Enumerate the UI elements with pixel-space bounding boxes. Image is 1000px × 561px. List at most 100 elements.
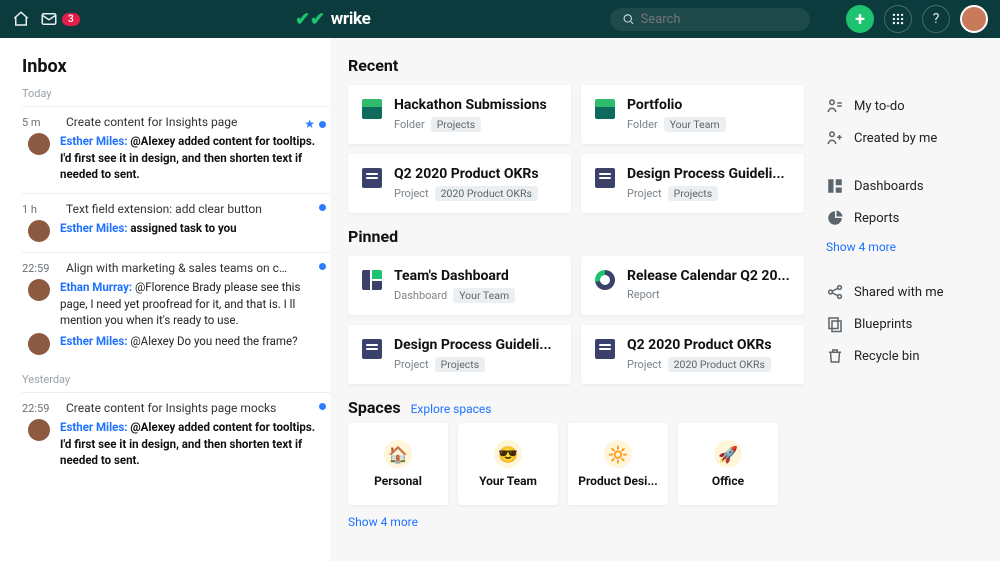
space-icon: 😎 [494,440,522,468]
message-subject: Text field extension: add clear button [66,202,318,216]
recent-card[interactable]: Q2 2020 Product OKRsProject2020 Product … [348,154,571,213]
message-indicators: ★ [304,117,326,131]
side-item-label: Dashboards [854,179,924,194]
unread-dot [319,121,326,128]
space-card[interactable]: 🔆Product Desi... [568,423,668,505]
inbox-badge: 3 [62,13,80,26]
spaces-section: Spaces Explore spaces 🏠 Personal 😎 Your Tea… [348,398,804,530]
side-item-label: Blueprints [854,317,912,332]
share-icon [826,283,844,301]
sender-avatar [28,279,50,301]
inbox-message[interactable]: ★ 5 m Create content for Insights page Esth… [22,106,330,193]
card-meta: FolderYour Team [627,117,790,132]
home-icon[interactable] [12,10,30,28]
location-tag: Projects [435,357,486,372]
side-item-blue[interactable]: Blueprints [824,308,986,340]
message-time: 22:59 [22,402,56,415]
folder-icon [595,99,615,119]
help-button[interactable]: ? [922,5,950,33]
inbox-header-button[interactable]: 3 [40,10,80,28]
side-item-label: Created by me [854,131,937,146]
message-indicators [319,403,326,410]
space-card[interactable]: 🏠 Personal [348,423,448,505]
app-logo[interactable]: ✔✔ wrike [295,9,370,30]
card-meta: DashboardYour Team [394,288,557,303]
create-button[interactable]: + [846,5,874,33]
card-title: Design Process Guideli... [394,337,557,353]
search-input[interactable] [641,12,798,27]
card-meta: ProjectProjects [627,186,790,201]
space-icon: 🚀 [714,440,742,468]
location-tag: 2020 Product OKRs [435,186,538,201]
project-icon [362,339,382,359]
message-body: Esther Miles: @Alexey added content for … [60,419,318,469]
project-icon [595,339,615,359]
sender-avatar [28,220,50,242]
bin-icon [826,347,844,365]
unread-dot [319,403,326,410]
pinned-card[interactable]: Design Process Guideli... ProjectProjects [348,325,571,384]
message-time: 5 m [22,116,56,129]
location-tag: Projects [431,117,482,132]
recent-card[interactable]: PortfolioFolderYour Team [581,85,804,144]
message-indicators [319,204,326,211]
side-item-report[interactable]: Reports [824,202,986,234]
recent-section: Recent Hackathon Submissions FolderProjec… [348,56,804,213]
space-label: Personal [374,474,422,488]
unread-dot [319,204,326,211]
recent-card[interactable]: Design Process Guideli... ProjectProjects [581,154,804,213]
main-panel: Recent Hackathon Submissions FolderProjec… [330,38,818,561]
todo-icon [826,97,844,115]
space-icon: 🔆 [604,440,632,468]
message-body: Esther Miles: @Alexey added content for … [60,133,318,183]
inbox-message[interactable]: 22:59 Create content for Insights page mo… [22,392,330,479]
pinned-card[interactable]: Release Calendar Q2 20...Report [581,256,804,315]
apps-icon [891,12,905,26]
space-card[interactable]: 🚀 Office [678,423,778,505]
project-icon [595,168,615,188]
message-subject: Create content for Insights page mocks [66,401,318,415]
side-item-todo[interactable]: My to-do [824,90,986,122]
recent-card[interactable]: Hackathon Submissions FolderProjects [348,85,571,144]
message-indicators [319,263,326,270]
user-avatar[interactable] [960,5,988,33]
space-label: Office [712,474,744,488]
apps-button[interactable] [884,5,912,33]
message-body: Ethan Murray: @Florence Brady please see… [60,279,318,329]
star-icon: ★ [304,117,315,131]
message-subject: Align with marketing & sales teams on co… [66,261,318,275]
side-item-created[interactable]: Created by me [824,122,986,154]
global-search[interactable] [610,8,810,31]
inbox-message[interactable]: 22:59 Align with marketing & sales teams … [22,252,330,365]
recent-title: Recent [348,56,804,75]
envelope-icon [40,10,58,28]
message-body: Esther Miles: assigned task to you [60,220,237,237]
space-card[interactable]: 😎 Your Team [458,423,558,505]
inbox-title: Inbox [22,56,330,77]
explore-spaces-link[interactable]: Explore spaces [411,402,492,416]
inbox-message[interactable]: 1 hText field extension: add clear butto… [22,193,330,252]
inbox-day-label: Yesterday [22,373,330,386]
side-item-share[interactable]: Shared with me [824,276,986,308]
message-subject: Create content for Insights page [66,115,318,129]
pinned-card[interactable]: Team's DashboardDashboardYour Team [348,256,571,315]
pinned-card[interactable]: Q2 2020 Product OKRsProject2020 Product … [581,325,804,384]
card-meta: FolderProjects [394,117,557,132]
card-title: Q2 2020 Product OKRs [394,166,557,182]
side-item-bin[interactable]: Recycle bin [824,340,986,372]
spaces-show-more[interactable]: Show 4 more [348,515,418,529]
card-meta: ProjectProjects [394,357,557,372]
side-show-more[interactable]: Show 4 more [824,234,986,260]
side-item-dash[interactable]: Dashboards [824,170,986,202]
sender-avatar [28,133,50,155]
message-time: 22:59 [22,262,56,275]
side-item-label: My to-do [854,99,905,114]
topbar: 3 ✔✔ wrike + ? [0,0,1000,38]
card-title: Design Process Guideli... [627,166,790,182]
spaces-title: Spaces [348,398,401,417]
card-title: Hackathon Submissions [394,97,557,113]
card-title: Q2 2020 Product OKRs [627,337,790,353]
space-icon: 🏠 [384,440,412,468]
space-label: Your Team [479,474,537,488]
sender-avatar [28,419,50,441]
